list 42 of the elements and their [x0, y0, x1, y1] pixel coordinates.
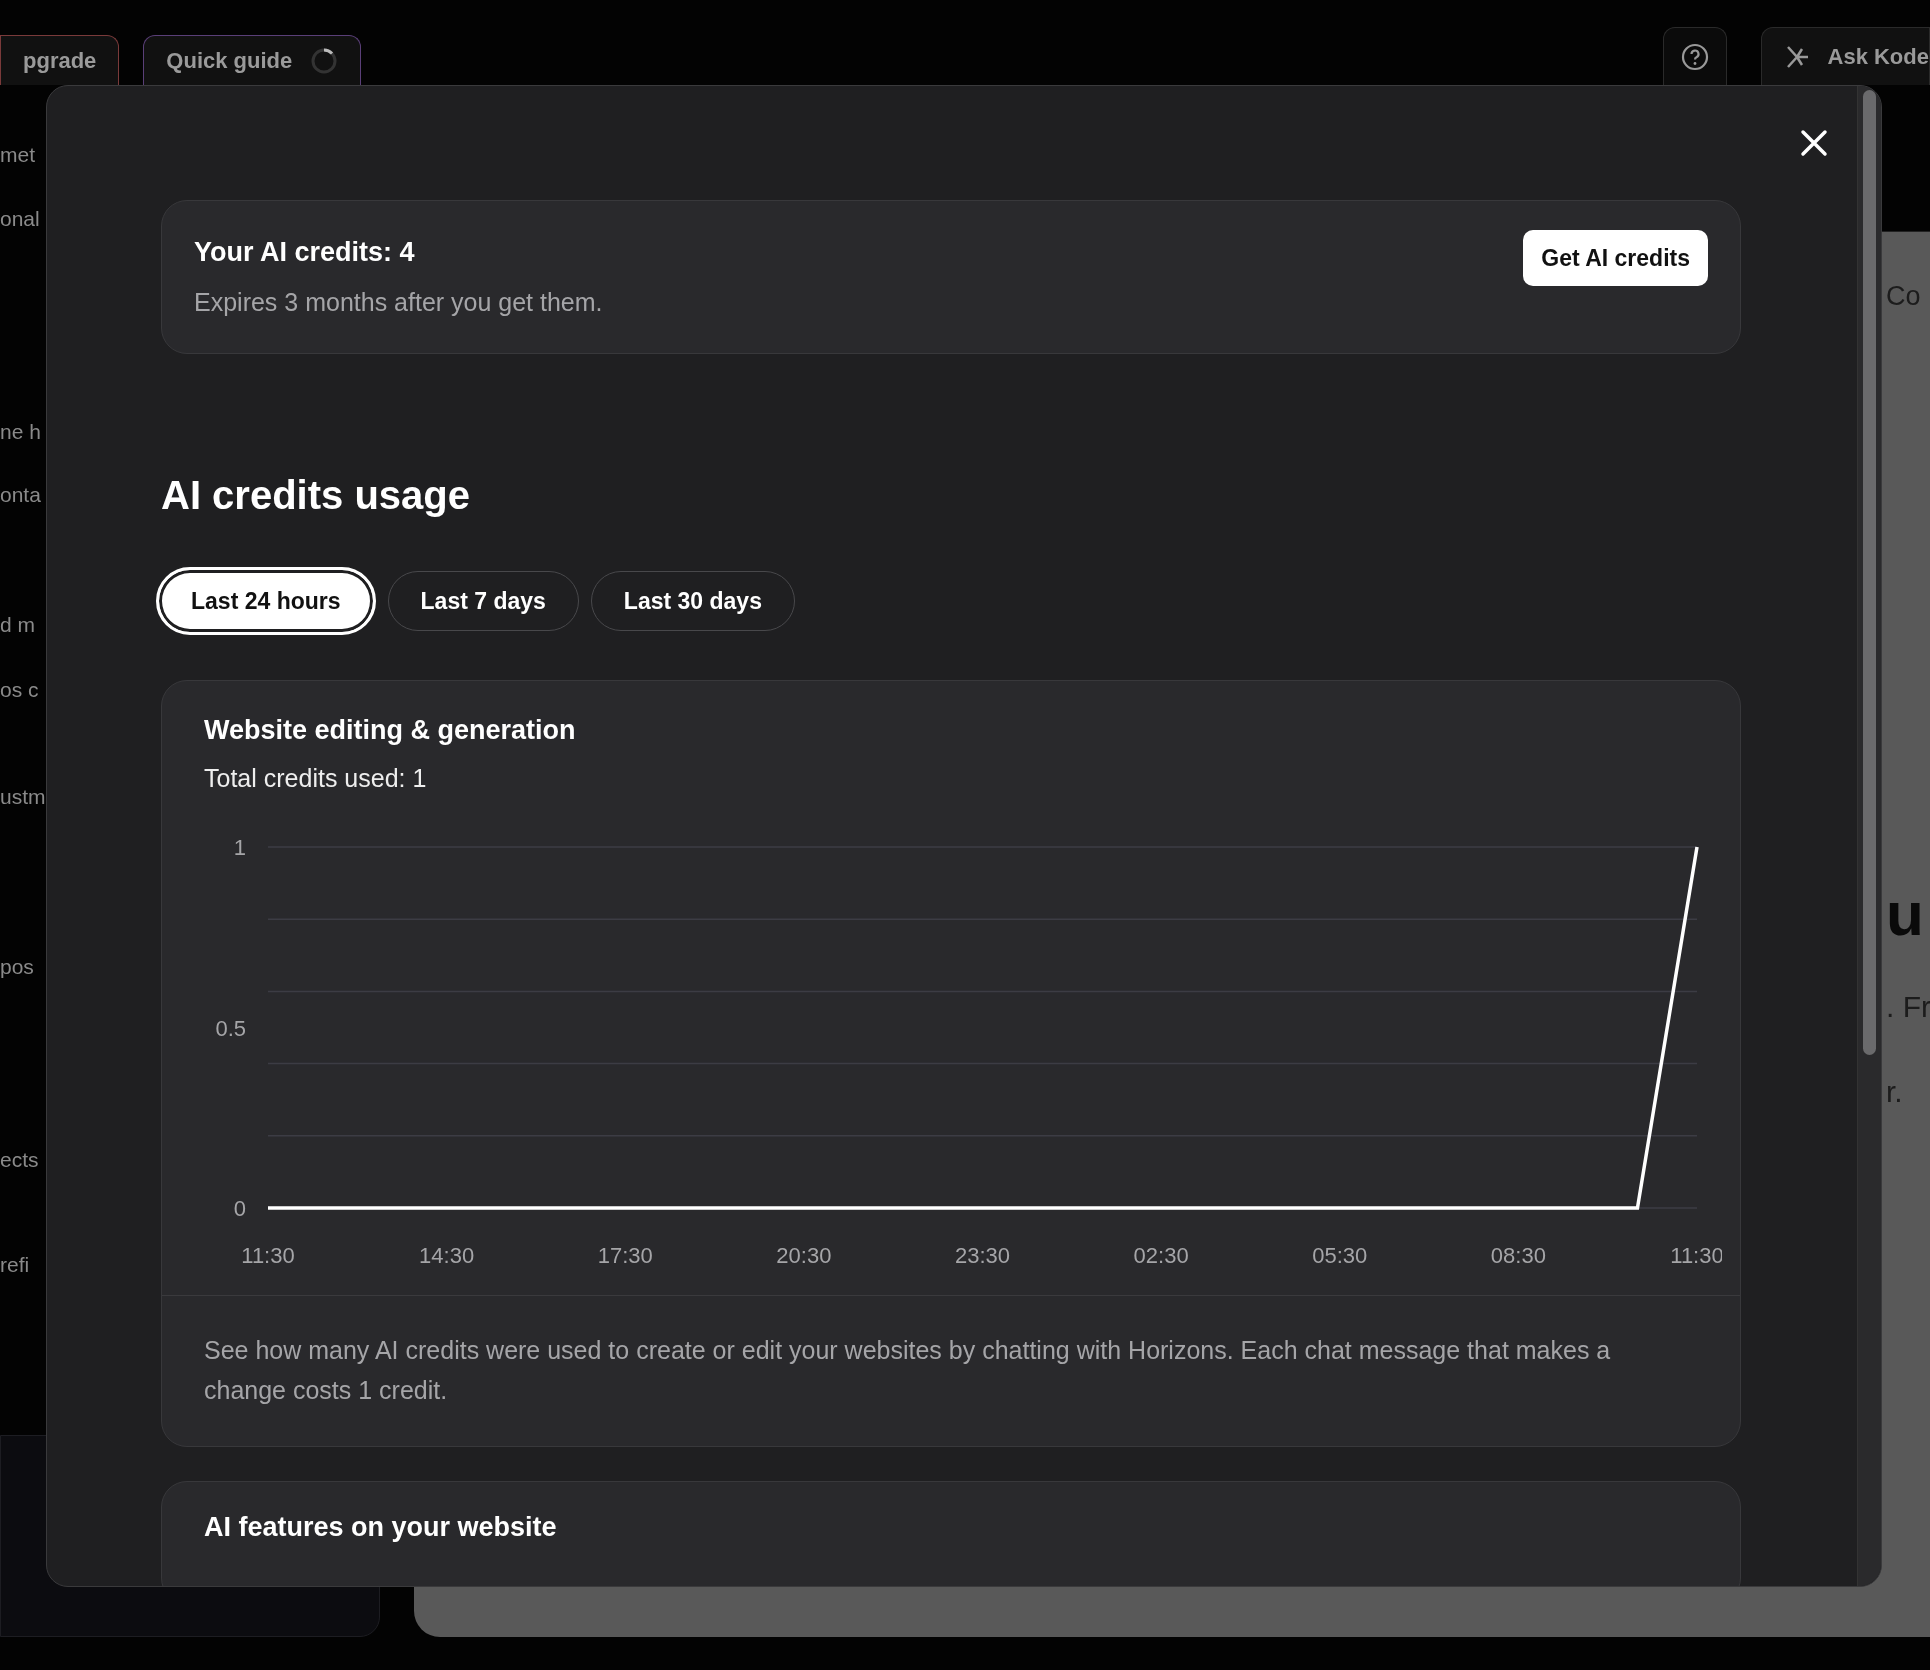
quick-guide-button[interactable]: Quick guide — [143, 35, 362, 85]
sidebar-text: os c — [0, 678, 39, 703]
axis-label: 14:30 — [419, 1243, 475, 1268]
axis-label: 17:30 — [597, 1243, 653, 1268]
sidebar-text: onta — [0, 483, 41, 508]
sidebar-text: d m — [0, 613, 35, 638]
scrollbar[interactable] — [1857, 86, 1881, 1586]
preview-text: r. — [1886, 1075, 1903, 1110]
card-title: Website editing & generation — [204, 715, 577, 746]
credits-expiry-text: Expires 3 months after you get them. — [194, 288, 603, 317]
axis-label: 20:30 — [776, 1243, 832, 1268]
sidebar-text: met — [0, 143, 35, 168]
sidebar-text: ustm — [0, 785, 46, 810]
total-credits-text: Total credits used: 1 — [204, 764, 428, 793]
sidebar-text: ects — [0, 1148, 39, 1173]
axis-label: 0 — [233, 1196, 246, 1221]
axis-label: 02:30 — [1133, 1243, 1189, 1268]
sidebar-text: onal — [0, 207, 40, 232]
progress-ring-icon — [310, 46, 339, 75]
sidebar-text: ne h — [0, 420, 41, 445]
ask-button[interactable]: Ask Kode — [1760, 27, 1930, 85]
upgrade-button[interactable]: pgrade — [0, 35, 120, 85]
sidebar-text: pos — [0, 955, 34, 980]
preview-text: Co — [1886, 282, 1921, 313]
axis-label: 05:30 — [1312, 1243, 1368, 1268]
axis-label: 11:30 — [241, 1243, 295, 1268]
preview-text: . Fr — [1886, 990, 1930, 1025]
card-title: AI features on your website — [204, 1512, 558, 1543]
preview-text: u — [1886, 880, 1924, 950]
usage-description: See how many AI credits were used to create or edit your websites by chatting with Horizons. Each chat message that makes a change costs 1 credit. — [203, 1335, 1612, 1406]
axis-label: 11:30 — [1670, 1243, 1722, 1268]
axis-label: 1 — [233, 835, 246, 860]
get-credits-button[interactable]: Get AI credits — [1523, 230, 1708, 286]
help-icon — [1680, 42, 1709, 71]
help-button[interactable] — [1662, 27, 1727, 85]
axis-label: 23:30 — [954, 1243, 1011, 1268]
sidebar-text: refi — [0, 1253, 30, 1278]
section-heading: AI credits usage — [161, 472, 471, 519]
axis-label: 0.5 — [215, 1015, 246, 1041]
axis-label: 08:30 — [1490, 1243, 1546, 1268]
credits-title: Your AI credits: 4 — [194, 237, 416, 268]
range-tab[interactable]: Last 24 hours — [156, 567, 376, 635]
